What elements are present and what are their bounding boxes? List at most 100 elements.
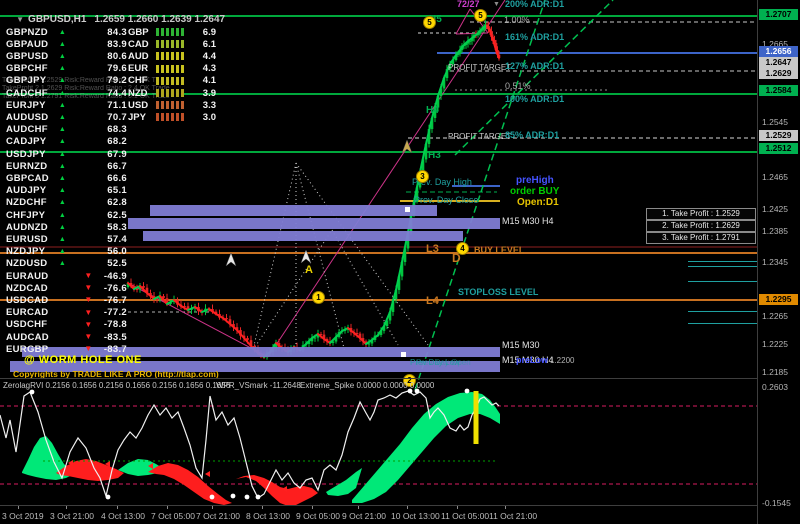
strength-value: 65.1 xyxy=(107,185,127,197)
numbered-marker-1: 1 xyxy=(312,291,325,304)
pair-symbol: AUDJPY xyxy=(6,185,47,197)
strength-row-EUR: EUR 4.3 xyxy=(128,63,220,75)
h3-label: H3 xyxy=(428,150,441,161)
currency-code: USD xyxy=(128,99,149,111)
watchlist-row-AUDJPY: AUDJPY ▲ 65.1 xyxy=(6,185,127,197)
strength-value: -76.7 xyxy=(103,294,127,306)
strength-value: 66.7 xyxy=(107,160,127,172)
down-arrow-icon: ▼ xyxy=(84,344,93,354)
pennant-line xyxy=(455,8,471,35)
time-tick xyxy=(312,506,313,509)
strength-gauge xyxy=(56,284,82,292)
pair-symbol: GBPCHF xyxy=(6,63,48,75)
candle-body xyxy=(135,289,139,290)
panel-separator xyxy=(688,323,757,324)
strength-row-JPY: JPY 3.0 xyxy=(128,111,220,123)
strength-value: 62.5 xyxy=(107,209,127,221)
strength-gauge xyxy=(56,272,82,280)
adr-100-label: 100% ADR:D1 xyxy=(505,94,565,104)
h4-label: H4 xyxy=(426,105,439,116)
strength-gauge xyxy=(69,113,95,121)
strength-row-AUD: AUD 4.4 xyxy=(128,50,220,62)
subwindow-separator[interactable] xyxy=(0,378,757,379)
strength-gauge xyxy=(69,248,95,256)
band-label-top: M15 M30 H4 xyxy=(502,216,554,226)
strength-gauge xyxy=(69,187,95,195)
currency-value: 4.4 xyxy=(202,50,216,62)
time-axis[interactable]: 3 Oct 2019 3 Oct 21:00 4 Oct 13:00 7 Oct 05… xyxy=(0,505,757,524)
pair-symbol: GBPJPY xyxy=(6,75,47,87)
watchlist-row-AUDCAD: AUDCAD ▼ -83.5 xyxy=(6,331,127,343)
panel-separator xyxy=(688,311,757,312)
numbered-marker-5: 5 xyxy=(474,9,487,22)
prelow-price-label: 1.2200 xyxy=(550,356,575,365)
strength-value: 79.2 xyxy=(107,75,127,87)
prev-day-open-label: Prev Day Open xyxy=(416,358,471,367)
chevron-down-icon: ▼ xyxy=(493,1,500,8)
strength-value: 52.5 xyxy=(107,258,127,270)
indicator-title-row: ZerolagRVI 0.2156 0.1656 0.2156 0.1656 0… xyxy=(0,381,757,391)
currency-value: 4.1 xyxy=(202,75,216,87)
pair-symbol: EURUSD xyxy=(6,233,48,245)
pair-symbol: CADCHF xyxy=(6,87,48,99)
time-axis-label: 11 Oct 21:00 xyxy=(489,511,538,521)
up-arrow-icon: ▲ xyxy=(58,113,67,121)
chart-dropdown-icon[interactable]: ▼ xyxy=(16,15,24,24)
watchlist-row-USDCHF: USDCHF ▼ -78.8 xyxy=(6,319,127,331)
strength-gauge xyxy=(56,345,82,353)
currency-value: 3.3 xyxy=(202,99,216,111)
order-buy-label: order BUY xyxy=(510,186,560,197)
currency-gauge xyxy=(156,113,184,122)
l3-label: L3 xyxy=(426,243,439,255)
price-scale-label: -0.1545 xyxy=(762,498,791,508)
strength-gauge xyxy=(69,40,95,48)
down-arrow-icon: ▼ xyxy=(84,295,93,305)
currency-gauge xyxy=(156,89,184,97)
currency-code: AUD xyxy=(128,50,149,62)
candle-body xyxy=(155,299,159,300)
prev-day-close-label: Prev. Day Close xyxy=(414,195,479,205)
up-arrow-icon: ▲ xyxy=(58,248,67,256)
strength-row-USD: USD 3.3 xyxy=(128,99,220,111)
strength-value: 79.6 xyxy=(107,63,127,75)
strength-gauge xyxy=(69,260,95,268)
price-scale[interactable]: 1.2707 1.2665 1.2656 1.2647 1.2629 1.2584 1.25… xyxy=(757,0,800,524)
strength-value: 80.6 xyxy=(107,50,127,62)
time-tick xyxy=(117,506,118,509)
dotted-pattern-line xyxy=(252,162,297,351)
time-axis-label: 11 Oct 05:00 xyxy=(441,511,490,521)
up-arrow-icon: ▲ xyxy=(58,162,67,170)
price-scale-label: 1.2512 xyxy=(759,143,798,154)
watchlist-row-EURNZD: EURNZD ▲ 66.7 xyxy=(6,160,127,172)
price-scale-label: 0.2603 xyxy=(762,382,788,392)
signal-dot xyxy=(230,493,236,499)
watchlist-row-USDJPY: USDJPY ▲ 67.9 xyxy=(6,148,127,160)
chart-title-bar: ▼ GBPUSD,H1 1.2659 1.2660 1.2639 1.2647 xyxy=(5,3,225,36)
profit-target-2-label: PROFIT TARGET xyxy=(448,132,512,141)
pair-symbol: EURNZD xyxy=(6,160,48,172)
currency-gauge xyxy=(156,64,184,73)
watchlist-row-CADCHF: CADCHF ▲ 74.4 xyxy=(6,87,127,99)
currency-value: 6.1 xyxy=(202,38,216,50)
timeframe-band xyxy=(150,205,437,216)
signal-dot xyxy=(105,494,111,500)
signal-dot xyxy=(244,494,250,500)
time-axis-label: 10 Oct 13:00 xyxy=(391,511,440,521)
take-profit-row: 2. Take Profit : 1.2629 xyxy=(646,220,756,232)
numbered-marker-3: 3 xyxy=(416,170,429,183)
currency-code: CHF xyxy=(128,75,148,87)
watchlist-row-NZDCHF: NZDCHF ▲ 62.8 xyxy=(6,197,127,209)
up-arrow-icon: ▲ xyxy=(58,52,67,60)
strength-gauge xyxy=(56,333,82,341)
up-arrow-icon: ▲ xyxy=(58,138,67,146)
strength-gauge xyxy=(69,52,95,60)
currency-code: NZD xyxy=(128,87,148,99)
strength-gauge xyxy=(56,309,82,317)
strength-value: -78.8 xyxy=(103,319,127,331)
up-arrow-icon: ▲ xyxy=(58,199,67,207)
strength-value: 74.4 xyxy=(107,87,127,99)
pair-symbol: CHFJPY xyxy=(6,209,46,221)
watchlist-row-USDCAD: USDCAD ▼ -76.7 xyxy=(6,294,127,306)
take-profit-row: 3. Take Profit : 1.2791 xyxy=(646,232,756,244)
strength-value: 70.7 xyxy=(107,111,127,123)
